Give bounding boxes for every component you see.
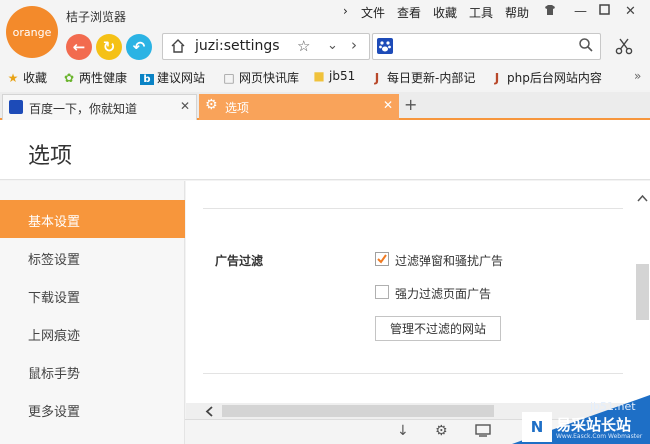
maximize-icon[interactable] bbox=[599, 4, 610, 19]
sidebar-item-basic[interactable]: 基本设置 bbox=[0, 200, 185, 238]
sidebar-item-more[interactable]: 更多设置 bbox=[0, 390, 185, 428]
refresh-button[interactable]: ↻ bbox=[96, 34, 122, 60]
menu-view[interactable]: 查看 bbox=[397, 4, 421, 21]
title-bar: orange 桔子浏览器 › 文件 查看 收藏 工具 帮助 — ✕ ← ↻ ↶ … bbox=[0, 0, 650, 64]
sidebar-item-history[interactable]: 上网痕迹 bbox=[0, 314, 185, 352]
undo-icon: ↶ bbox=[132, 38, 146, 56]
watermark-url: jb51.net bbox=[590, 400, 636, 413]
bookmarks-bar: ★ 收藏 ✿ 两性健康 b 建议网站 □ 网页快讯库 ■ jb51 J 每日更新-内部记 J… bbox=[0, 64, 650, 90]
block-popups-label[interactable]: 过滤弹窗和骚扰广告 bbox=[395, 252, 503, 269]
bookmark-daily-update[interactable]: J 每日更新-内部记 bbox=[370, 69, 476, 86]
baidu-paw-icon bbox=[9, 100, 23, 114]
manage-whitelist-button[interactable]: 管理不过滤的网站 bbox=[375, 316, 501, 341]
tab-close-icon[interactable]: ✕ bbox=[383, 98, 393, 112]
baidu-paw-icon[interactable] bbox=[377, 38, 393, 54]
back-button[interactable]: ← bbox=[66, 34, 92, 60]
chevron-down-icon[interactable]: ⌄ bbox=[327, 38, 338, 53]
horizontal-scroll-thumb[interactable] bbox=[222, 405, 494, 417]
settings-gear-icon[interactable]: ⚙ bbox=[435, 423, 448, 439]
address-bar[interactable]: juzi:settings ☆ ⌄ › bbox=[162, 33, 370, 60]
tab-bar: 百度一下，你就知道 ✕ ⚙ 选项 ✕ + bbox=[0, 92, 650, 120]
bookmark-health[interactable]: ✿ 两性健康 bbox=[62, 69, 127, 86]
logo-text: orange bbox=[12, 25, 52, 39]
jb-icon: J bbox=[494, 71, 500, 85]
search-icon[interactable] bbox=[578, 37, 594, 56]
bookmark-jb51[interactable]: ■ jb51 bbox=[312, 69, 355, 83]
address-text[interactable]: juzi:settings bbox=[195, 38, 280, 54]
screen-icon[interactable] bbox=[475, 423, 491, 441]
divider bbox=[203, 208, 623, 209]
tab-baidu[interactable]: 百度一下，你就知道 ✕ bbox=[2, 94, 197, 120]
forward-icon[interactable]: › bbox=[351, 36, 357, 54]
watermark-subtitle: Www.Easck.Com Webmaster bbox=[556, 433, 643, 440]
page-title: 选项 bbox=[28, 144, 73, 169]
tab-label: 选项 bbox=[225, 101, 250, 115]
vertical-scroll-thumb[interactable] bbox=[636, 264, 649, 320]
sidebar-item-mouse-gestures[interactable]: 鼠标手势 bbox=[0, 352, 185, 390]
scissors-icon[interactable] bbox=[615, 37, 633, 58]
search-bar[interactable] bbox=[372, 33, 601, 60]
vertical-scrollbar[interactable] bbox=[635, 181, 650, 403]
bookmark-php-backend[interactable]: Jphp后台网站内容 bbox=[490, 69, 602, 86]
app-title: 桔子浏览器 bbox=[66, 10, 127, 24]
app-logo: orange bbox=[6, 6, 58, 58]
watermark-name: 易采站长站 bbox=[556, 416, 632, 434]
settings-sidebar: 基本设置 标签设置 下载设置 上网痕迹 鼠标手势 更多设置 bbox=[0, 181, 185, 444]
chevron-right-icon[interactable]: › bbox=[343, 4, 348, 18]
leaf-icon: ✿ bbox=[63, 71, 75, 85]
restore-button[interactable]: ↶ bbox=[126, 34, 152, 60]
menu-favorites[interactable]: 收藏 bbox=[433, 4, 457, 21]
menu-file[interactable]: 文件 bbox=[361, 4, 385, 21]
home-icon[interactable] bbox=[170, 38, 186, 57]
tab-close-icon[interactable]: ✕ bbox=[180, 99, 190, 113]
sidebar-item-tabs[interactable]: 标签设置 bbox=[0, 238, 185, 276]
force-filter-label[interactable]: 强力过滤页面广告 bbox=[395, 285, 491, 302]
bookmark-favorites[interactable]: ★ 收藏 bbox=[6, 69, 47, 86]
page-header: 选项 bbox=[0, 120, 650, 180]
bookmark-webslice[interactable]: □ 网页快讯库 bbox=[222, 69, 299, 86]
scroll-up-icon[interactable] bbox=[637, 191, 648, 205]
refresh-icon: ↻ bbox=[102, 38, 116, 56]
page-icon: □ bbox=[223, 71, 235, 85]
checkmark-icon bbox=[377, 254, 387, 264]
tab-options[interactable]: ⚙ 选项 ✕ bbox=[199, 94, 399, 120]
star-icon: ★ bbox=[7, 71, 19, 85]
skin-shirt-icon[interactable] bbox=[544, 4, 556, 20]
gear-icon: ⚙ bbox=[205, 97, 218, 113]
bookmark-suggested[interactable]: b 建议网站 bbox=[140, 69, 205, 86]
force-filter-checkbox[interactable] bbox=[375, 285, 389, 299]
arrow-left-icon: ← bbox=[72, 38, 86, 56]
block-popups-checkbox[interactable] bbox=[375, 252, 389, 266]
minimize-icon[interactable]: — bbox=[574, 4, 587, 19]
new-tab-button[interactable]: + bbox=[404, 95, 417, 114]
bing-icon: b bbox=[140, 74, 154, 85]
menu-help[interactable]: 帮助 bbox=[505, 4, 529, 21]
watermark: jb51.net N 易采站长站 Www.Easck.Com Webmaster bbox=[512, 395, 650, 444]
star-outline-icon[interactable]: ☆ bbox=[297, 37, 310, 55]
menu-tools[interactable]: 工具 bbox=[469, 4, 493, 21]
download-icon[interactable]: ↓ bbox=[397, 423, 409, 439]
divider bbox=[203, 373, 623, 374]
watermark-logo-icon: N bbox=[522, 412, 552, 442]
settings-content: 广告过滤 过滤弹窗和骚扰广告 强力过滤页面广告 管理不过滤的网站 bbox=[186, 181, 635, 403]
jb-icon: J bbox=[374, 71, 380, 85]
ad-filter-label: 广告过滤 bbox=[215, 254, 264, 268]
folder-icon: ■ bbox=[313, 69, 325, 83]
close-icon[interactable]: ✕ bbox=[625, 4, 636, 19]
tab-label: 百度一下，你就知道 bbox=[29, 102, 138, 116]
more-bookmarks-icon[interactable]: » bbox=[634, 69, 641, 83]
sidebar-item-downloads[interactable]: 下载设置 bbox=[0, 276, 185, 314]
scroll-left-icon[interactable] bbox=[205, 406, 213, 420]
